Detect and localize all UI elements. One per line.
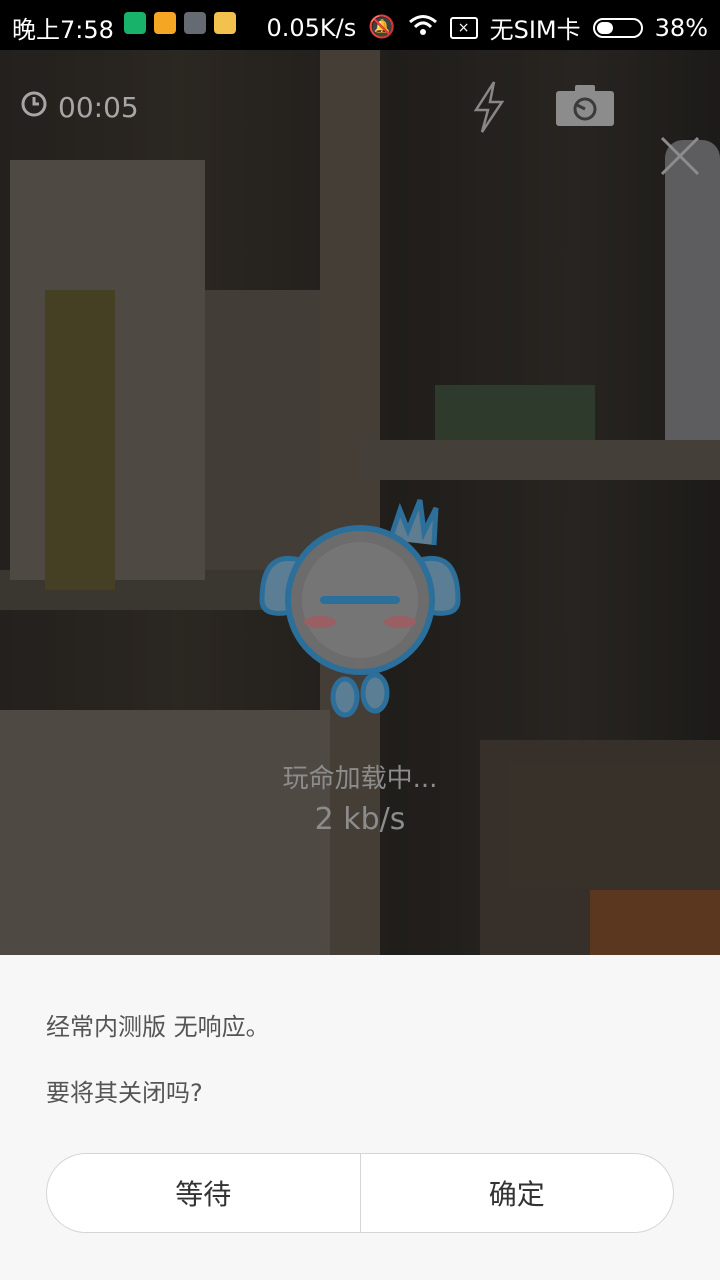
net-speed: 0.05K/s xyxy=(266,13,357,42)
notification-icons xyxy=(124,12,236,34)
dialog-question: 要将其关闭吗? xyxy=(46,1079,203,1107)
camera-preview: 00:05 玩命加载中... 2 kb/s xyxy=(0,50,720,955)
camera-toolbar: 00:05 xyxy=(0,50,720,176)
tool-app-icon xyxy=(184,12,206,34)
sim-status: 无SIM卡 xyxy=(489,16,581,44)
game-app-icon xyxy=(214,12,236,34)
loading-speed: 2 kb/s xyxy=(314,802,406,837)
security-app-icon xyxy=(124,12,146,34)
battery-fill xyxy=(596,21,613,34)
app-not-responding-dialog: 经常内测版 无响应。 要将其关闭吗? 等待 确定 xyxy=(0,955,720,1280)
clock-icon xyxy=(20,90,48,125)
y-app-icon xyxy=(154,12,176,34)
timer-value: 00:05 xyxy=(58,91,139,124)
sim-icon: × xyxy=(449,16,478,39)
switch-camera-icon[interactable] xyxy=(555,83,615,131)
status-time: 晚上7:58 xyxy=(12,16,114,44)
ok-button[interactable]: 确定 xyxy=(361,1154,674,1232)
loading-text: 玩命加载中... xyxy=(282,764,438,794)
battery-percent: 38% xyxy=(654,13,708,42)
status-bar: 晚上7:58 0.05K/s 🔕 × 无SIM卡 38% xyxy=(0,0,720,50)
wait-button[interactable]: 等待 xyxy=(47,1154,360,1232)
mute-icon: 🔕 xyxy=(368,15,396,40)
flash-icon[interactable] xyxy=(470,80,508,138)
loading-mascot-icon xyxy=(250,490,470,724)
record-timer: 00:05 xyxy=(20,90,139,125)
status-right: 0.05K/s 🔕 × 无SIM卡 38% xyxy=(266,10,708,45)
battery-icon xyxy=(592,17,643,38)
wifi-icon xyxy=(408,14,438,42)
dialog-message: 经常内测版 无响应。 xyxy=(46,1013,270,1041)
dialog-buttons: 等待 确定 xyxy=(46,1153,674,1233)
close-icon[interactable] xyxy=(660,136,700,180)
